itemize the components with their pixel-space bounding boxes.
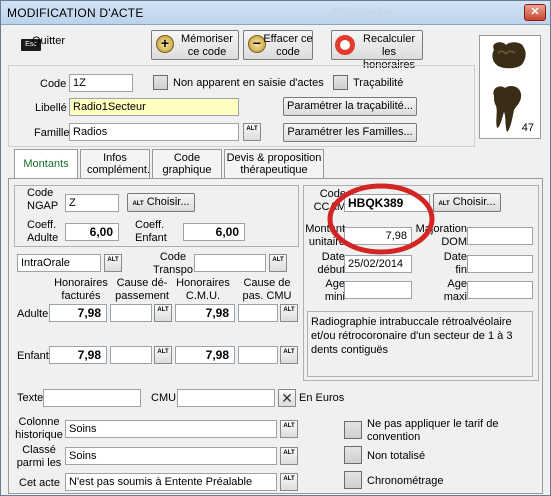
code-transpo-alt-button[interactable]: ALT bbox=[269, 254, 287, 272]
tab-infos-label: Infos complément. bbox=[87, 152, 150, 176]
param-tracabilite-button[interactable]: Paramétrer la traçabilité... bbox=[283, 97, 417, 116]
tooth-icon bbox=[492, 42, 526, 132]
en-euros-label: En Euros bbox=[299, 392, 345, 404]
classe-parmi-label: Classé parmi les bbox=[16, 444, 62, 469]
ccam-choisir-button[interactable]: ALT Choisir... bbox=[433, 193, 501, 212]
chronometrage-label: Chronométrage bbox=[367, 475, 444, 487]
ngap-choisir-button[interactable]: ALT Choisir... bbox=[127, 193, 195, 212]
dialog-window: MODIFICATION D'ACTE Chemin ✕ Esc Quitter… bbox=[0, 0, 551, 496]
adulte-cause-cmu-field[interactable] bbox=[238, 304, 278, 322]
code-label: Code bbox=[40, 78, 67, 90]
colonne-historique-alt[interactable]: ALT bbox=[280, 420, 298, 438]
tracabilite-checkbox[interactable] bbox=[333, 75, 348, 90]
red-circle-annotation bbox=[327, 183, 435, 255]
ne-pas-appliquer-label: Ne pas appliquer le tarif de convention bbox=[367, 418, 499, 443]
code-ngap-field[interactable]: Z bbox=[65, 194, 119, 212]
tab-infos[interactable]: Infos complément. bbox=[80, 149, 150, 178]
cet-acte-label: Cet acte bbox=[19, 477, 60, 489]
ne-pas-appliquer-checkbox[interactable] bbox=[344, 421, 362, 439]
coeff-adulte-label: Coeff. Adulte bbox=[27, 219, 59, 244]
majoration-dom-field[interactable] bbox=[467, 227, 533, 245]
chronometrage-checkbox[interactable] bbox=[344, 471, 362, 489]
cet-acte-field[interactable]: N'est pas soumis à Entente Préalable bbox=[65, 473, 277, 491]
code-ngap-label: Code NGAP bbox=[27, 187, 59, 212]
enfant-depassement-alt[interactable]: ALT bbox=[154, 346, 172, 364]
param-familles-button[interactable]: Paramétrer les Familles... bbox=[283, 123, 417, 142]
ccam-alt-mini: ALT bbox=[438, 201, 450, 207]
col-facture-header: Honoraires facturés bbox=[54, 277, 108, 302]
col-cmu-header: Honoraires C.M.U. bbox=[176, 277, 230, 302]
libelle-label: Libellé bbox=[35, 102, 67, 114]
adulte-cause-cmu-alt[interactable]: ALT bbox=[280, 304, 298, 322]
ngap-choisir-label: Choisir... bbox=[146, 196, 190, 208]
tab-code-graphique-label: Code graphique bbox=[162, 152, 212, 176]
title-bar: MODIFICATION D'ACTE Chemin ✕ bbox=[1, 1, 550, 25]
adulte-row-label: Adulte bbox=[17, 308, 49, 320]
age-mini-field[interactable] bbox=[344, 281, 412, 299]
famille-alt-button[interactable]: ALT bbox=[243, 123, 261, 141]
region-alt-button[interactable]: ALT bbox=[104, 254, 122, 272]
memorize-label: Mémoriser ce code bbox=[181, 33, 233, 58]
non-apparent-label: Non apparent en saisie d'actes bbox=[173, 77, 324, 89]
enfant-depassement-field[interactable] bbox=[110, 346, 152, 364]
col-depassement-header: Cause dé- passement bbox=[115, 277, 169, 302]
code-transpo-label: Code Transpo bbox=[153, 251, 193, 276]
cmu-clear-button[interactable]: ✕ bbox=[278, 389, 296, 407]
colonne-historique-label: Colonne historique bbox=[15, 416, 63, 441]
quit-label[interactable]: Quitter bbox=[32, 35, 65, 48]
erase-label: Effacer ce code bbox=[263, 33, 313, 58]
window-title: MODIFICATION D'ACTE bbox=[7, 6, 144, 20]
tab-devis[interactable]: Devis & proposition thérapeutique bbox=[224, 149, 324, 178]
close-button[interactable]: ✕ bbox=[524, 4, 546, 21]
background-window-title: Chemin bbox=[331, 4, 394, 23]
date-debut-field[interactable]: 25/02/2014 bbox=[344, 255, 412, 273]
code-field[interactable]: 1Z bbox=[69, 74, 133, 92]
enfant-row-label: Enfant bbox=[17, 350, 49, 362]
ccam-choisir-label: Choisir... bbox=[452, 196, 496, 208]
cmu-field[interactable] bbox=[177, 389, 275, 407]
ccam-description: Radiographie intrabuccale rétroalvéolair… bbox=[307, 311, 533, 377]
tracabilite-label: Traçabilité bbox=[353, 77, 404, 89]
age-maxi-field[interactable] bbox=[467, 281, 533, 299]
non-totalise-checkbox[interactable] bbox=[344, 446, 362, 464]
tooth-number: 47 bbox=[521, 122, 534, 134]
lifebuoy-icon bbox=[335, 35, 355, 55]
date-fin-field[interactable] bbox=[467, 255, 533, 273]
famille-label: Famille bbox=[34, 127, 70, 139]
cmu-label: CMU bbox=[151, 392, 177, 404]
enfant-cause-cmu-field[interactable] bbox=[238, 346, 278, 364]
adulte-cmu-field[interactable]: 7,98 bbox=[175, 304, 235, 322]
col-cause-cmu-header: Cause de pas. CMU bbox=[242, 277, 292, 302]
coeff-adulte-field[interactable]: 6,00 bbox=[65, 223, 119, 241]
non-apparent-checkbox[interactable] bbox=[153, 75, 168, 90]
tab-montants[interactable]: Montants bbox=[14, 149, 78, 180]
enfant-cause-cmu-alt[interactable]: ALT bbox=[280, 346, 298, 364]
age-mini-label: Age mini bbox=[324, 278, 345, 303]
tooth-graphic-panel[interactable]: 47 bbox=[479, 35, 541, 139]
adulte-depassement-alt[interactable]: ALT bbox=[154, 304, 172, 322]
coeff-enfant-label: Coeff. Enfant bbox=[135, 219, 167, 244]
libelle-field[interactable]: Radio1Secteur bbox=[69, 98, 239, 116]
age-maxi-label: Age maxi bbox=[443, 278, 467, 303]
tab-montants-label: Montants bbox=[23, 158, 69, 170]
region-select[interactable]: IntraOrale bbox=[17, 254, 101, 272]
texte-field[interactable] bbox=[43, 389, 141, 407]
famille-field[interactable]: Radios bbox=[69, 123, 239, 141]
cet-acte-alt[interactable]: ALT bbox=[280, 473, 298, 491]
tab-code-graphique[interactable]: Code graphique bbox=[152, 149, 222, 178]
adulte-depassement-field[interactable] bbox=[110, 304, 152, 322]
classe-parmi-alt[interactable]: ALT bbox=[280, 447, 298, 465]
texte-label: Texte bbox=[17, 392, 44, 404]
classe-parmi-field[interactable]: Soins bbox=[65, 447, 277, 465]
coeff-enfant-field[interactable]: 6,00 bbox=[183, 223, 245, 241]
adulte-facture-field[interactable]: 7,98 bbox=[49, 304, 107, 322]
non-totalise-label: Non totalisé bbox=[367, 450, 426, 462]
tab-devis-label: Devis & proposition thérapeutique bbox=[226, 152, 322, 176]
ngap-alt-mini: ALT bbox=[132, 201, 144, 207]
enfant-cmu-field[interactable]: 7,98 bbox=[175, 346, 235, 364]
plus-icon: + bbox=[156, 35, 174, 53]
code-transpo-field[interactable] bbox=[194, 254, 266, 272]
colonne-historique-field[interactable]: Soins bbox=[65, 420, 277, 438]
enfant-facture-field[interactable]: 7,98 bbox=[49, 346, 107, 364]
